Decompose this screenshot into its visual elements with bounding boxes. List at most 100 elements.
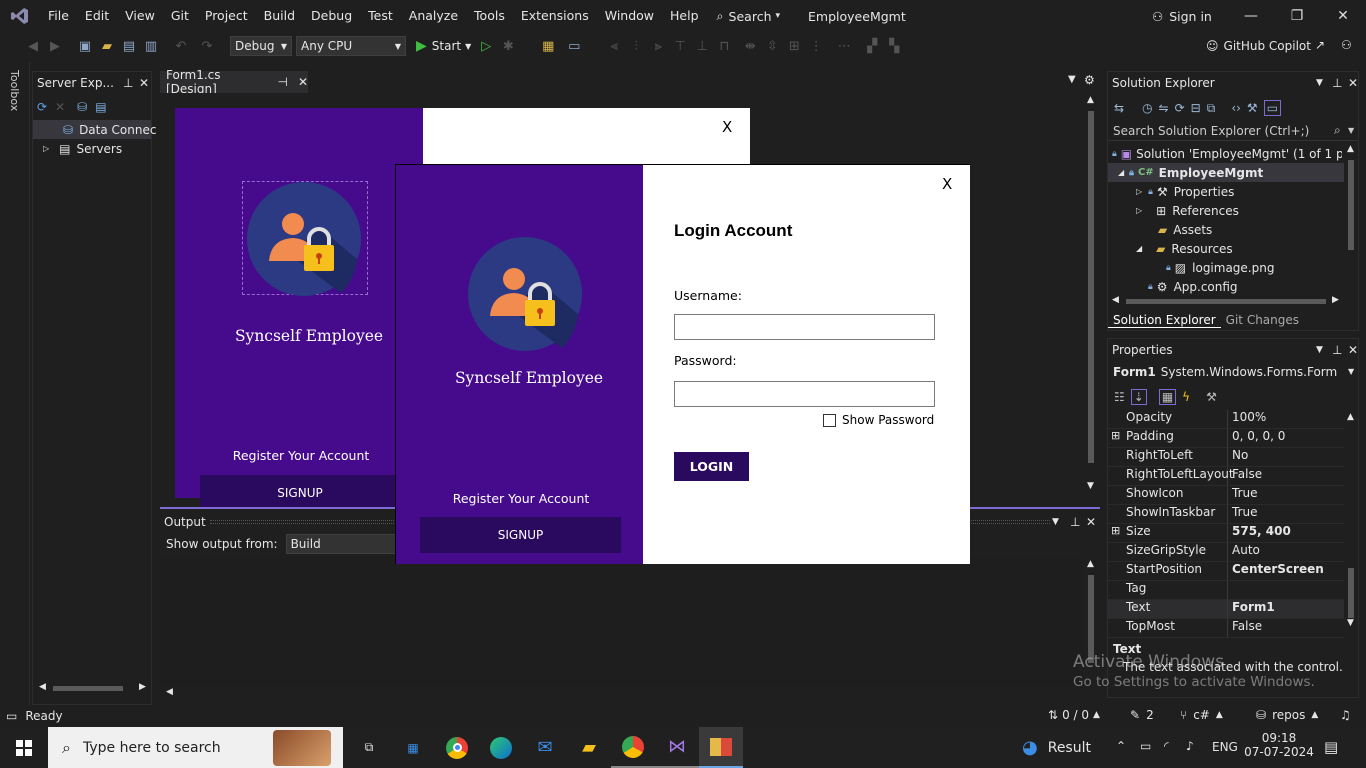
checkbox-box[interactable] <box>823 413 836 427</box>
undo-icon[interactable]: ↶ <box>172 37 190 55</box>
property-row-showicon[interactable]: ShowIcon True <box>1108 486 1344 505</box>
designer-form-right-panel[interactable]: X <box>423 108 750 164</box>
property-row-showintaskbar[interactable]: ShowInTaskbar True <box>1108 505 1344 524</box>
dropdown-icon[interactable]: ▼ <box>1316 345 1323 355</box>
hot-reload-icon[interactable]: ✱ <box>499 37 517 55</box>
toolbox-tab[interactable]: Toolbox <box>8 70 21 111</box>
branch-indicator[interactable]: ⑂ c# ▲ <box>1180 708 1223 722</box>
layout-icon[interactable]: ▭ <box>565 37 583 55</box>
pin-icon[interactable]: ⊥ <box>1070 515 1080 529</box>
share-icon[interactable]: ↗ <box>1315 38 1325 52</box>
preview-icon[interactable]: ▭ <box>1263 100 1282 116</box>
show-all-files-icon[interactable]: ⧉ <box>1207 101 1216 116</box>
align-center-icon[interactable]: ⫶ <box>627 37 645 55</box>
tab-solution-explorer[interactable]: Solution Explorer <box>1108 313 1221 328</box>
align-right-icon[interactable]: ⫸ <box>649 37 667 55</box>
network-icon[interactable]: ◜ <box>1164 739 1169 753</box>
chrome-icon[interactable] <box>435 727 479 768</box>
login-button[interactable]: LOGIN <box>674 452 749 481</box>
expand-icon[interactable]: ▷ <box>1136 206 1142 215</box>
microsoft-store-icon[interactable]: ▦ <box>391 727 435 768</box>
close-window-button[interactable]: ✕ <box>1320 0 1366 32</box>
refresh-icon[interactable]: ⟳ <box>1175 101 1185 115</box>
connect-database-icon[interactable]: ⛁ <box>77 100 87 114</box>
order-back-icon[interactable]: ▚ <box>885 37 903 55</box>
categorized-icon[interactable]: ☷ <box>1114 390 1125 404</box>
taskbar-search-box[interactable]: ⌕ Type here to search <box>48 727 343 768</box>
platform-select[interactable]: Any CPU ▼ <box>296 36 406 56</box>
size-icon[interactable]: ⇳ <box>763 37 781 55</box>
file-explorer-icon[interactable]: ▰ <box>567 727 611 768</box>
order-icon[interactable]: ▞ <box>863 37 881 55</box>
expand-plus-icon[interactable]: ⊞ <box>1111 429 1120 442</box>
dropdown-icon[interactable]: ▼ <box>1052 517 1059 527</box>
menu-analyze[interactable]: Analyze <box>401 0 466 32</box>
task-view-icon[interactable]: ⧉ <box>347 727 391 768</box>
expand-icon[interactable]: ▷ <box>1136 187 1142 196</box>
search-button[interactable]: ⌕ Search ▾ <box>717 8 781 24</box>
menu-file[interactable]: File <box>40 0 77 32</box>
tree-item-references[interactable]: ▷ ⊞ References <box>1108 201 1344 220</box>
notification-bell-icon[interactable]: ♫ <box>1340 708 1351 722</box>
back-signup-button[interactable]: SIGNUP <box>200 475 400 511</box>
refresh-icon[interactable]: ⟳ <box>37 100 47 114</box>
property-pages-icon[interactable]: ⚒ <box>1206 390 1217 404</box>
close-icon[interactable]: ✕ <box>139 76 149 90</box>
align-left-icon[interactable]: ⫷ <box>605 37 623 55</box>
close-tab-icon[interactable]: ✕ <box>298 75 308 89</box>
signup-button[interactable]: SIGNUP <box>420 517 621 553</box>
language-indicator[interactable]: ENG <box>1212 740 1238 754</box>
properties-icon[interactable]: ▦ <box>1158 389 1177 405</box>
tree-item-resources[interactable]: ◢ ▰ Resources <box>1108 239 1344 258</box>
menu-window[interactable]: Window <box>597 0 662 32</box>
switch-views-icon[interactable]: ⇆ <box>1114 101 1124 115</box>
pending-edits-indicator[interactable]: ✎ 2 <box>1130 708 1154 722</box>
collapse-icon[interactable]: ◢ <box>1118 168 1124 177</box>
collapse-icon[interactable]: ◢ <box>1136 244 1142 253</box>
connect-server-icon[interactable]: ▤ <box>95 100 106 114</box>
solution-folder-icon[interactable]: ▦ <box>539 37 557 55</box>
tree-item-logimage[interactable]: 🔒︎ ▨ logimage.png <box>1108 258 1344 277</box>
object-selector[interactable]: Form1 System.Windows.Forms.Form ▼ <box>1108 361 1358 382</box>
tree-item-assets[interactable]: ▰ Assets <box>1108 220 1344 239</box>
start-button[interactable]: ▶ Start ▼ <box>416 38 471 54</box>
property-row-sizegripstyle[interactable]: SizeGripStyle Auto <box>1108 543 1344 562</box>
pin-icon[interactable]: ⊥ <box>1332 76 1342 90</box>
output-vertical-scrollbar[interactable]: ▲ <box>1084 557 1098 685</box>
copilot-button[interactable]: ☺ GitHub Copilot <box>1206 32 1311 60</box>
minimize-button[interactable]: — <box>1228 0 1274 32</box>
pin-icon[interactable]: ⊥ <box>1332 343 1342 357</box>
align-middle-icon[interactable]: ⊥ <box>693 37 711 55</box>
tree-item-app-config[interactable]: 🔒︎ ⚙ App.config <box>1108 277 1344 296</box>
scroll-left-icon[interactable]: ◀ <box>166 687 173 697</box>
properties-wrench-icon[interactable]: ⚒ <box>1247 101 1258 115</box>
volume-icon[interactable]: ♪ <box>1186 739 1194 753</box>
forward-icon[interactable]: ▶ <box>46 37 64 55</box>
tray-chevron-icon[interactable]: ⌃ <box>1116 739 1126 753</box>
output-text-area[interactable] <box>160 557 1084 685</box>
designer-form-left-panel[interactable]: Syncself Employee Register Your Account … <box>175 108 423 511</box>
open-folder-icon[interactable]: ▰ <box>98 37 116 55</box>
property-row-text[interactable]: Text Form1 <box>1108 600 1344 619</box>
chrome-profile-icon[interactable] <box>611 727 655 768</box>
grid-icon[interactable]: ⊞ <box>785 37 803 55</box>
battery-icon[interactable]: ▭ <box>1140 739 1151 753</box>
tree-item-solution[interactable]: 🔒︎ ▣ Solution 'EmployeeMgmt' (1 of 1 pro… <box>1108 144 1344 163</box>
git-changes-indicator[interactable]: ⇅ 0 / 0 ▲ <box>1048 708 1100 722</box>
repo-indicator[interactable]: ⛁ repos ▲ <box>1256 708 1318 722</box>
config-select[interactable]: Debug ▼ <box>230 36 292 56</box>
spacing-v-icon[interactable]: ⋯ <box>835 37 853 55</box>
redo-icon[interactable]: ↷ <box>198 37 216 55</box>
mail-icon[interactable]: ✉ <box>523 727 567 768</box>
align-top-icon[interactable]: ⊤ <box>671 37 689 55</box>
property-row-righttoleftlayout[interactable]: RightToLeftLayout False <box>1108 467 1344 486</box>
sign-in-button[interactable]: ⚇ Sign in <box>1152 0 1212 32</box>
tree-item-data-connections[interactable]: ⛁ Data Connec <box>33 120 156 139</box>
edge-icon[interactable] <box>479 727 523 768</box>
menu-help[interactable]: Help <box>662 0 707 32</box>
menu-extensions[interactable]: Extensions <box>513 0 597 32</box>
sync-icon[interactable]: ⇋ <box>1159 101 1169 115</box>
tree-item-properties[interactable]: ▷ 🔒︎ ⚒ Properties <box>1108 182 1344 201</box>
pin-icon[interactable]: ⊥ <box>123 76 133 90</box>
property-row-righttoleft[interactable]: RightToLeft No <box>1108 448 1344 467</box>
